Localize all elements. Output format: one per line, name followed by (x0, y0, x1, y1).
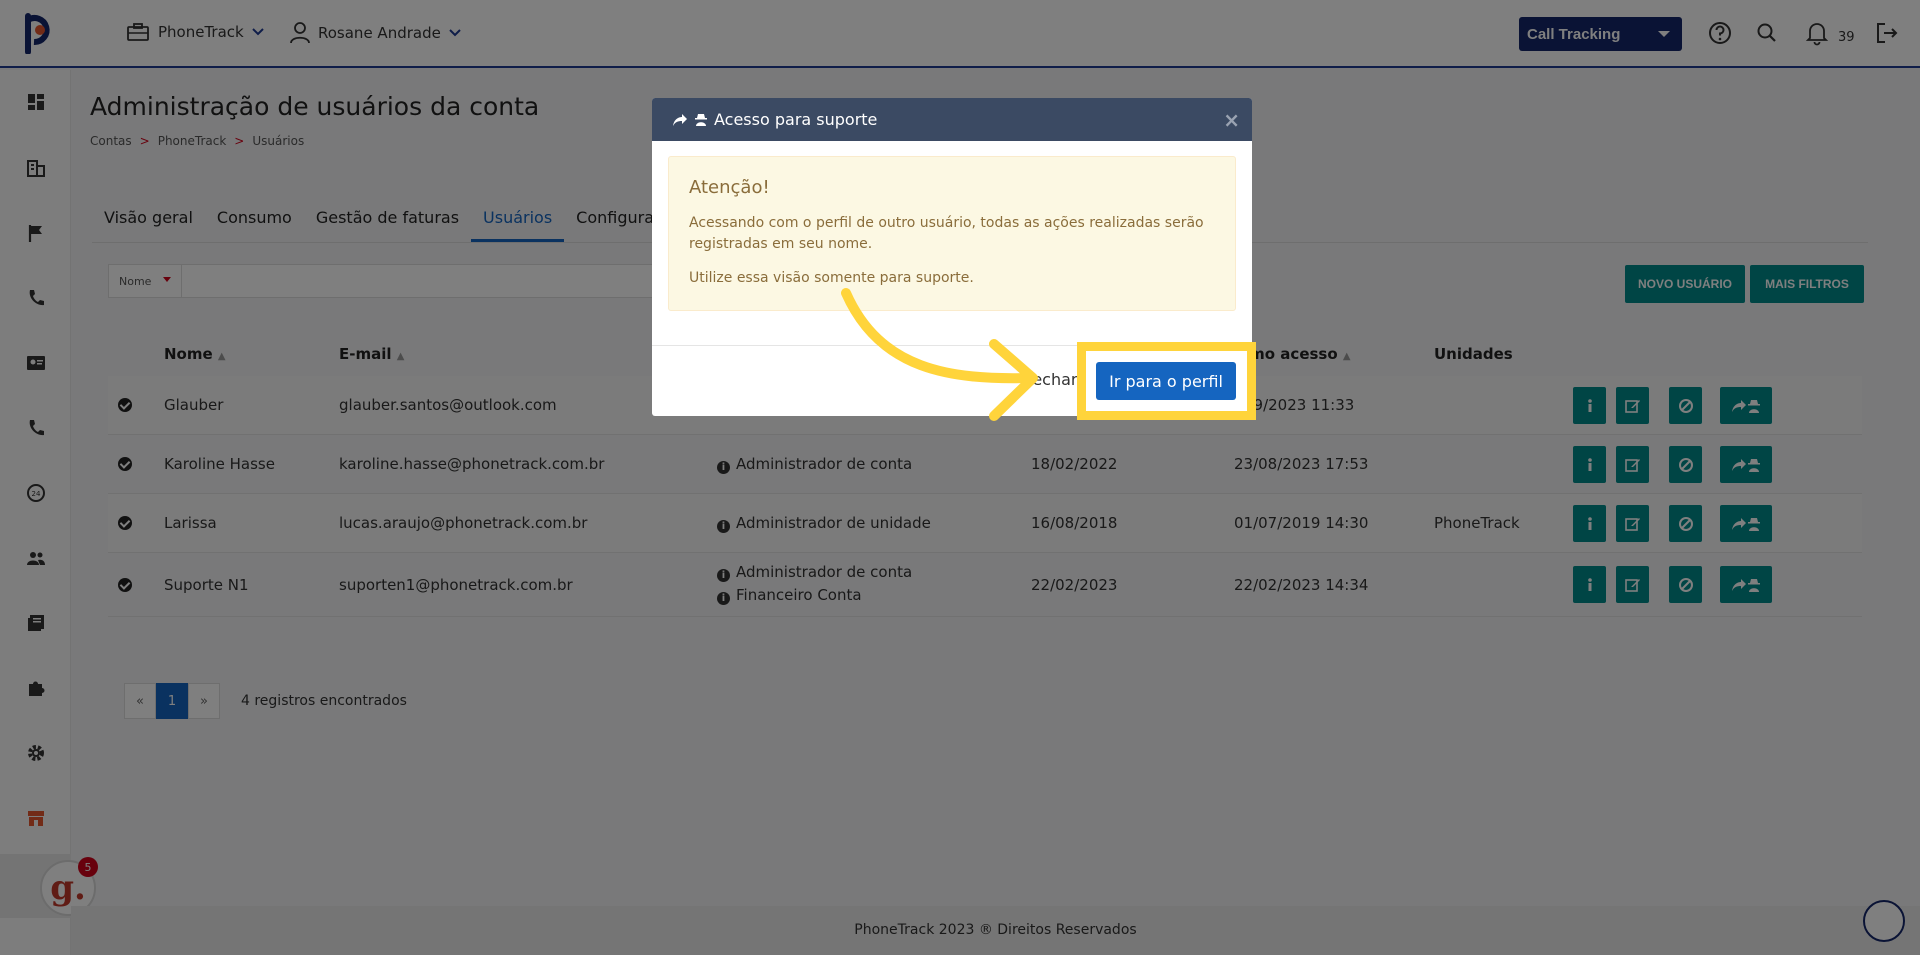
user-secret-icon (695, 113, 707, 126)
share-icon (673, 113, 687, 126)
modal-header: Acesso para suporte × (652, 98, 1252, 141)
alert-message: Acessando com o perfil de outro usuário,… (689, 215, 1204, 252)
alert-note: Utilize essa visão somente para suporte. (689, 270, 974, 286)
modal-title: Acesso para suporte (714, 110, 878, 129)
warning-alert: Atenção! Acessando com o perfil de outro… (668, 156, 1236, 311)
close-icon[interactable]: × (1223, 108, 1240, 132)
close-button[interactable]: Fechar (1024, 370, 1078, 389)
go-to-profile-button[interactable]: Ir para o perfil (1096, 362, 1236, 400)
alert-title: Atenção! (689, 177, 770, 198)
